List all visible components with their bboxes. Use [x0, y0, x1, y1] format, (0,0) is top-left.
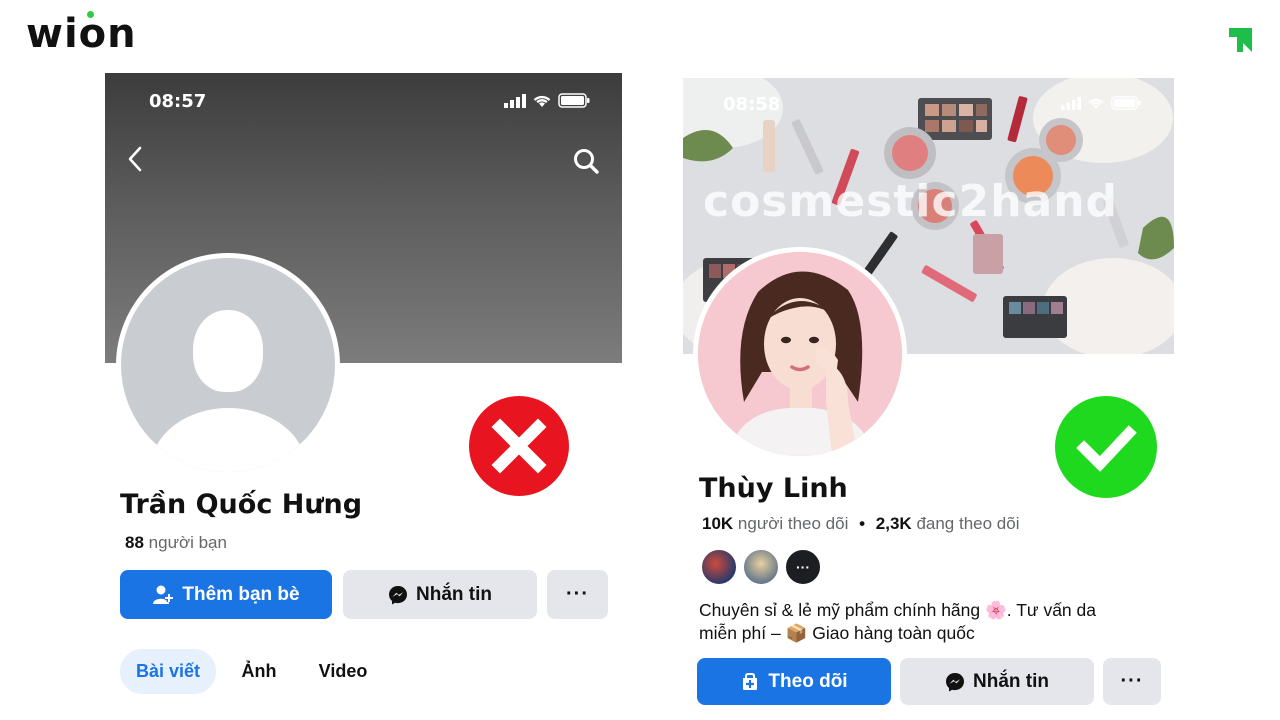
profile-name: Thùy Linh — [699, 473, 848, 504]
signal-icon — [1061, 96, 1081, 110]
messenger-icon — [946, 672, 964, 691]
more-button[interactable]: ··· — [547, 570, 608, 619]
add-friend-button[interactable]: Thêm bạn bè — [120, 570, 332, 619]
bio-line-2: miễn phí – 📦 Giao hàng toàn quốc — [699, 623, 975, 643]
wifi-icon — [533, 95, 551, 107]
add-friend-label: Thêm bạn bè — [182, 583, 300, 605]
following-count: 2,3K — [875, 514, 912, 533]
status-icons — [1061, 96, 1141, 110]
message-label: Nhắn tin — [416, 583, 492, 605]
battery-icon — [558, 93, 590, 108]
avatar-default[interactable] — [116, 253, 340, 477]
friend-avatar-2[interactable] — [742, 548, 780, 586]
friend-avatar-1[interactable] — [700, 548, 738, 586]
friends-count: 88 — [125, 533, 144, 552]
messenger-icon — [389, 585, 407, 604]
followers-label: người theo dõi — [737, 514, 849, 533]
message-button[interactable]: Nhắn tin — [900, 658, 1094, 705]
status-icons — [504, 93, 590, 108]
status-time: 08:57 — [149, 91, 207, 112]
follow-label: Theo dõi — [768, 670, 848, 692]
bio-line-1: Chuyên sỉ & lẻ mỹ phẩm chính hãng 🌸. Tư … — [699, 600, 1096, 620]
logo-dot — [87, 11, 94, 18]
friends-count-line: 88 người bạn — [125, 533, 227, 553]
default-avatar-silhouette — [121, 258, 335, 472]
tab-photos[interactable]: Ảnh — [229, 649, 289, 694]
more-icon: ··· — [1120, 670, 1144, 692]
status-time: 08:58 — [723, 94, 781, 115]
profile-name: Trần Quốc Hưng — [120, 489, 363, 520]
tab-posts[interactable]: Bài viết — [120, 649, 216, 694]
cover-watermark: cosmestic2hand — [703, 176, 1119, 227]
search-icon[interactable] — [572, 147, 600, 175]
followers-count: 10K — [702, 514, 734, 533]
friends-more-icon[interactable]: ··· — [784, 548, 822, 586]
friends-label: người bạn — [148, 533, 227, 552]
add-friend-icon — [153, 585, 174, 604]
wion-logo: wion — [26, 11, 137, 57]
battery-icon — [1111, 96, 1141, 110]
following-label: đang theo dõi — [916, 514, 1020, 533]
follow-stats-line: 10K người theo dõi • 2,3K đang theo dõi — [702, 514, 1019, 534]
more-icon: ··· — [566, 583, 589, 605]
signal-icon — [504, 93, 526, 108]
profile-card-left: 08:57 Trần Quốc Hưng 88 người bạn Thêm b… — [105, 73, 622, 713]
back-arrow-icon[interactable] — [125, 145, 145, 173]
woman-portrait-image — [698, 252, 902, 456]
follow-button[interactable]: Theo dõi — [697, 658, 891, 705]
red-x-icon — [469, 396, 569, 496]
follow-icon — [743, 672, 758, 690]
avatar-photo[interactable] — [693, 247, 907, 461]
wifi-icon — [1088, 98, 1104, 109]
stats-separator: • — [859, 514, 866, 533]
tab-video[interactable]: Video — [305, 649, 381, 694]
message-button[interactable]: Nhắn tin — [343, 570, 537, 619]
green-check-icon — [1055, 396, 1157, 498]
corner-arrow-icon — [1229, 28, 1252, 52]
more-button[interactable]: ··· — [1103, 658, 1161, 705]
message-label: Nhắn tin — [973, 670, 1049, 692]
mutual-friends-avatars[interactable]: ··· — [700, 548, 822, 586]
